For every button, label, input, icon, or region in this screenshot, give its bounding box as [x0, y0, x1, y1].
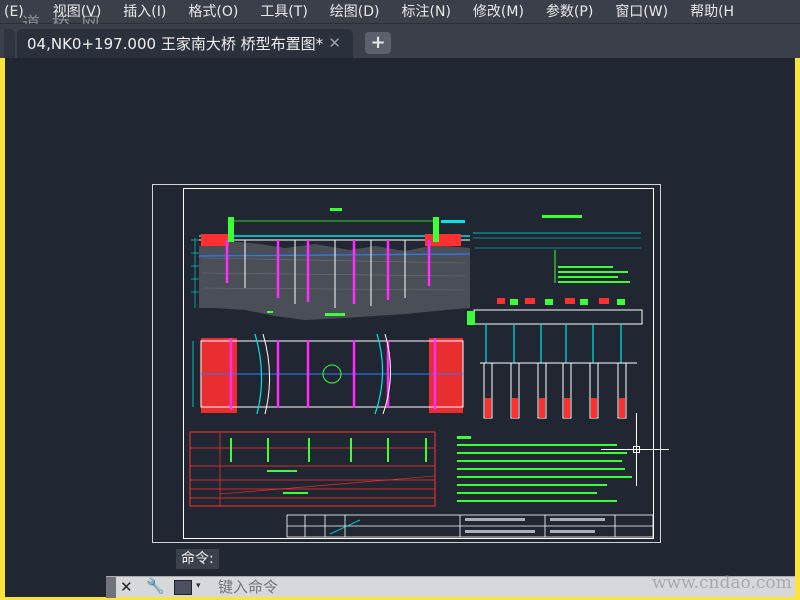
- drawing-canvas[interactable]: [5, 58, 795, 597]
- elevation-view: [191, 208, 471, 320]
- plan-view: [192, 311, 464, 415]
- menu-item-parameters[interactable]: 参数(P): [535, 0, 604, 24]
- previous-tab-edge[interactable]: [4, 29, 15, 58]
- menu-item-modify[interactable]: 修改(M): [462, 0, 535, 24]
- new-tab-button[interactable]: +: [365, 32, 391, 54]
- command-prompt-icon[interactable]: [174, 580, 192, 595]
- menu-item-insert[interactable]: 插入(I): [112, 0, 177, 24]
- geology-data-table: [189, 431, 436, 507]
- title-block-text: [465, 518, 605, 533]
- wrench-icon[interactable]: 🔧: [146, 577, 165, 595]
- document-tab-bar: 04,NK0+197.000 王家南大桥 桥型布置图* ✕ +: [0, 24, 800, 58]
- cross-section-view: [467, 215, 643, 419]
- menu-item-tools[interactable]: 工具(T): [249, 0, 318, 24]
- menu-item-view[interactable]: 视图(V): [42, 0, 113, 24]
- watermark-site: www.cndao.com: [652, 573, 792, 593]
- menu-item-help[interactable]: 帮助(H: [679, 0, 745, 24]
- command-input[interactable]: [218, 578, 638, 596]
- document-tab[interactable]: 04,NK0+197.000 王家南大桥 桥型布置图* ✕: [17, 29, 353, 58]
- bridge-drawing: [152, 184, 669, 543]
- menu-item-draw[interactable]: 绘图(D): [319, 0, 391, 24]
- menu-item-window[interactable]: 窗口(W): [604, 0, 679, 24]
- close-icon[interactable]: ✕: [328, 34, 341, 52]
- menu-bar: (E) 视图(V) 插入(I) 格式(O) 工具(T) 绘图(D) 标注(N) …: [0, 0, 800, 24]
- command-history-label: 命令:: [176, 549, 219, 569]
- chevron-down-icon[interactable]: ▾: [196, 581, 201, 591]
- design-notes: [457, 436, 632, 502]
- close-icon[interactable]: ✕: [120, 578, 133, 596]
- crosshair-cursor: [601, 413, 669, 486]
- menu-item-edit[interactable]: (E): [0, 0, 42, 24]
- menu-item-format[interactable]: 格式(O): [177, 0, 249, 24]
- grip-handle[interactable]: [106, 577, 116, 598]
- menu-item-dimension[interactable]: 标注(N): [391, 0, 462, 24]
- document-tab-title: 04,NK0+197.000 王家南大桥 桥型布置图*: [27, 35, 324, 53]
